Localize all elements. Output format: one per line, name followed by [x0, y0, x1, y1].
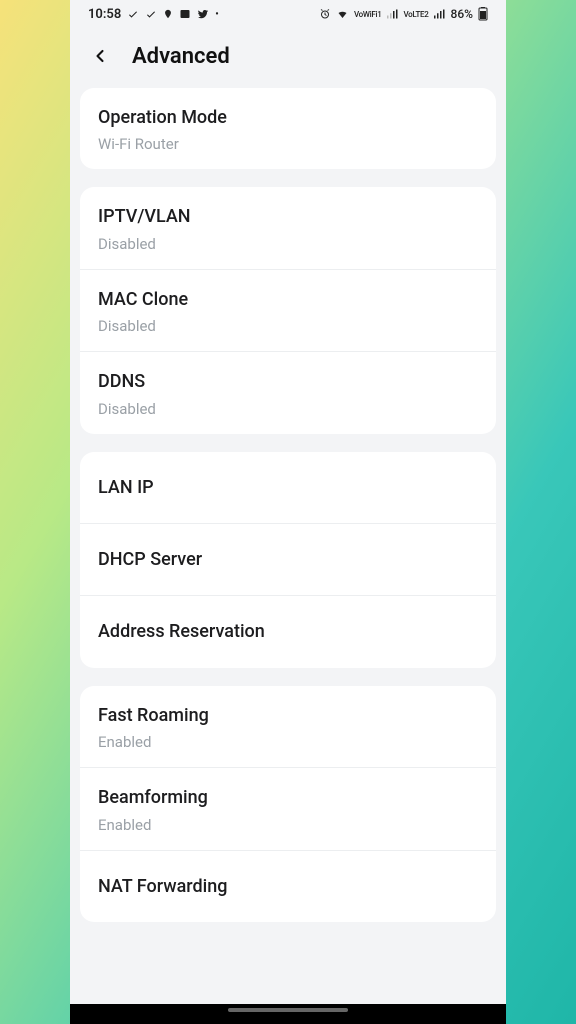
row-fast-roaming[interactable]: Fast Roaming Enabled — [80, 686, 496, 767]
row-subtitle: Disabled — [98, 400, 478, 418]
battery-percent: 86% — [451, 7, 473, 21]
vowifi-label: VoWiFi1 — [354, 10, 382, 19]
row-title: MAC Clone — [98, 288, 478, 311]
row-dhcp-server[interactable]: DHCP Server — [80, 523, 496, 595]
home-indicator[interactable] — [228, 1008, 348, 1012]
twitter-icon — [197, 8, 209, 20]
battery-icon — [478, 7, 488, 21]
settings-group-network: IPTV/VLAN Disabled MAC Clone Disabled DD… — [80, 187, 496, 433]
row-title: Beamforming — [98, 786, 478, 809]
signal-icon — [387, 9, 399, 19]
row-title: Address Reservation — [98, 620, 478, 643]
phone-screen: 10:58 • — [70, 0, 506, 1024]
row-title: NAT Forwarding — [98, 875, 478, 898]
check-icon — [127, 8, 139, 20]
app-frame: 10:58 • — [0, 0, 576, 1024]
row-lan-ip[interactable]: LAN IP — [80, 452, 496, 523]
row-subtitle: Enabled — [98, 816, 478, 834]
row-address-reservation[interactable]: Address Reservation — [80, 595, 496, 667]
row-title: DDNS — [98, 370, 478, 393]
alarm-icon — [319, 8, 331, 20]
row-subtitle: Disabled — [98, 235, 478, 253]
image-icon — [179, 8, 191, 20]
row-title: Operation Mode — [98, 106, 478, 129]
content-scroll[interactable]: Operation Mode Wi-Fi Router IPTV/VLAN Di… — [70, 88, 506, 1004]
row-subtitle: Enabled — [98, 733, 478, 751]
row-subtitle: Wi-Fi Router — [98, 135, 478, 153]
row-title: LAN IP — [98, 476, 478, 499]
settings-group-mode: Operation Mode Wi-Fi Router — [80, 88, 496, 169]
settings-group-lan: LAN IP DHCP Server Address Reservation — [80, 452, 496, 668]
signal-icon — [434, 9, 446, 19]
status-time: 10:58 — [88, 7, 121, 22]
row-mac-clone[interactable]: MAC Clone Disabled — [80, 269, 496, 351]
nav-bar — [70, 1004, 506, 1024]
row-title: DHCP Server — [98, 548, 478, 571]
row-nat-forwarding[interactable]: NAT Forwarding — [80, 850, 496, 922]
row-beamforming[interactable]: Beamforming Enabled — [80, 767, 496, 849]
row-iptv-vlan[interactable]: IPTV/VLAN Disabled — [80, 187, 496, 268]
location-icon — [163, 8, 173, 20]
row-operation-mode[interactable]: Operation Mode Wi-Fi Router — [80, 88, 496, 169]
dot-icon: • — [215, 9, 219, 20]
row-subtitle: Disabled — [98, 317, 478, 335]
back-button[interactable] — [86, 42, 114, 70]
status-left: 10:58 • — [88, 7, 219, 22]
check-icon — [145, 8, 157, 20]
volte-label: VoLTE2 — [404, 10, 429, 19]
status-right: VoWiFi1 VoLTE2 86% — [319, 7, 488, 21]
page-header: Advanced — [70, 28, 506, 88]
row-title: IPTV/VLAN — [98, 205, 478, 228]
row-ddns[interactable]: DDNS Disabled — [80, 351, 496, 433]
status-bar: 10:58 • — [70, 0, 506, 28]
row-title: Fast Roaming — [98, 704, 478, 727]
page-title: Advanced — [132, 44, 230, 69]
wifi-icon — [336, 8, 349, 20]
settings-group-wireless: Fast Roaming Enabled Beamforming Enabled… — [80, 686, 496, 922]
